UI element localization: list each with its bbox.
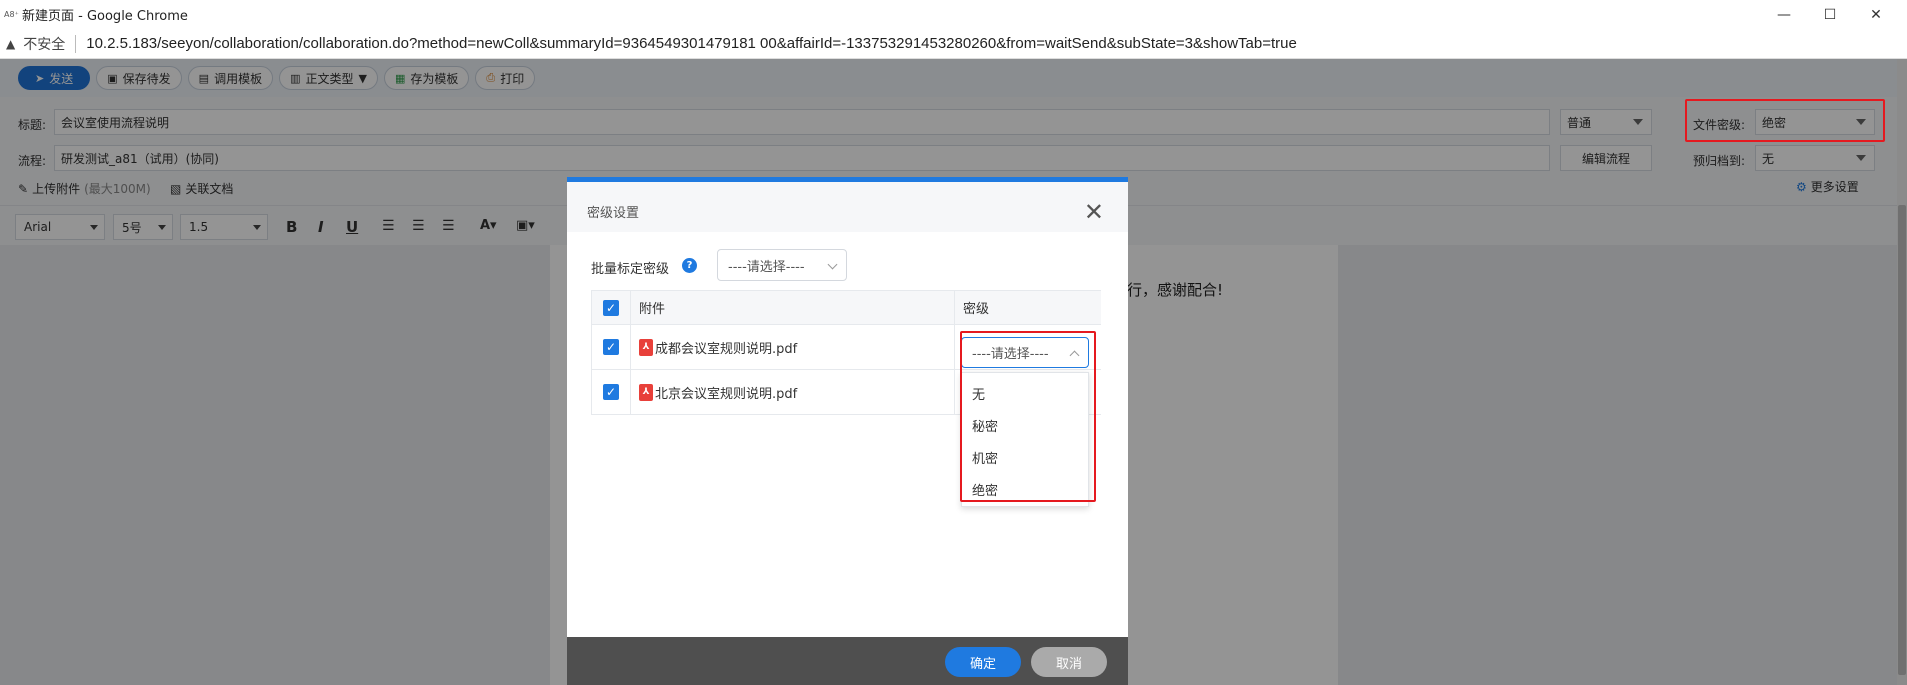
close-icon[interactable]: ✕ — [1853, 0, 1899, 29]
window-titlebar: A8⁺ 新建页面 - Google Chrome — ☐ ✕ — [0, 0, 1907, 29]
pdf-icon: ⅄ — [639, 383, 653, 401]
row-checkbox[interactable]: ✓ — [603, 339, 619, 355]
attachment-name-cell: ⅄ 北京会议室规则说明.pdf — [631, 370, 955, 414]
dialog-footer: 确定 取消 — [567, 637, 1128, 685]
warning-icon[interactable]: ▲ — [6, 37, 15, 51]
pdf-icon: ⅄ — [639, 338, 653, 356]
address-separator — [75, 34, 77, 53]
address-bar: ▲ 不安全 10.2.5.183/seeyon/collaboration/co… — [0, 29, 1907, 59]
row-checkbox-cell: ✓ — [591, 325, 631, 369]
attachment-name-cell: ⅄ 成都会议室规则说明.pdf — [631, 325, 955, 369]
help-icon[interactable]: ? — [682, 258, 697, 273]
row-checkbox[interactable]: ✓ — [603, 384, 619, 400]
select-all-checkbox[interactable]: ✓ — [603, 299, 619, 316]
level-dropdown-highlight — [960, 331, 1096, 502]
header-attachment: 附件 — [631, 291, 955, 324]
confirm-button[interactable]: 确定 — [945, 647, 1021, 677]
url-text[interactable]: 10.2.5.183/seeyon/collaboration/collabor… — [86, 35, 1297, 52]
dialog-title: 密级设置 — [587, 206, 640, 221]
attachment-name[interactable]: 北京会议室规则说明.pdf — [655, 383, 797, 402]
doc-level-highlight — [1685, 99, 1885, 142]
table-header-row: ✓ 附件 密级 — [591, 290, 1101, 325]
header-level: 密级 — [963, 302, 990, 317]
select-all-checkbox-cell: ✓ — [591, 291, 631, 324]
close-icon[interactable]: ✕ — [1084, 200, 1104, 224]
batch-level-select[interactable]: ----请选择---- — [717, 249, 847, 281]
window-title: 新建页面 - Google Chrome — [22, 9, 188, 24]
dialog-header: 密级设置 ✕ — [567, 182, 1128, 232]
batch-level-label: 批量标定密级 — [591, 262, 670, 277]
cancel-button[interactable]: 取消 — [1031, 647, 1107, 677]
minimize-icon[interactable]: — — [1761, 0, 1807, 29]
app-icon: A8⁺ — [4, 10, 19, 19]
attachment-name[interactable]: 成都会议室规则说明.pdf — [655, 338, 797, 357]
maximize-icon[interactable]: ☐ — [1807, 0, 1853, 29]
chevron-down-icon — [827, 259, 838, 270]
row-checkbox-cell: ✓ — [591, 370, 631, 414]
insecure-label[interactable]: 不安全 — [23, 34, 65, 54]
